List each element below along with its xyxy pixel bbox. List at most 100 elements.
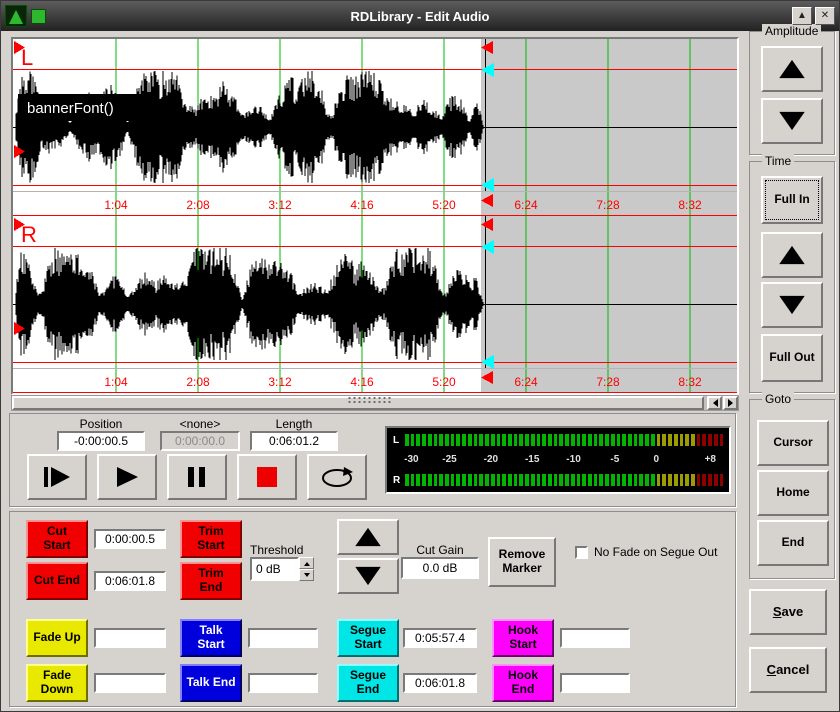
down-arrow-icon [304,573,310,580]
svg-text:6:24: 6:24 [514,198,538,212]
shade-button[interactable]: ▲ [792,7,812,25]
talk-end-button[interactable]: Talk End [180,664,242,702]
gain-up-button[interactable] [337,519,399,555]
fade-down-button[interactable]: Fade Down [26,664,88,702]
save-button[interactable]: Save [749,589,827,635]
close-button[interactable]: ✕ [815,7,835,25]
audio-meter: L -30-25-20-15-10-50+8 R [385,426,731,494]
hook-start-field[interactable] [560,628,630,648]
waveform-view[interactable]: L bannerFont() 1:04 2:08 3:12 4:16 5:20 6:24 7… [11,37,739,395]
threshold-spin-down-button[interactable] [299,569,314,581]
hook-end-field[interactable] [560,673,630,693]
talk-start-button[interactable]: Talk Start [180,619,242,657]
goto-end-button[interactable]: End [757,520,829,566]
svg-text:5:20: 5:20 [432,375,456,389]
trim-start-button[interactable]: Trim Start [180,520,242,558]
segue-start-field[interactable] [403,628,477,648]
up-arrow-icon [777,245,807,265]
cut-end-button[interactable]: Cut End [26,562,88,600]
fade-up-field[interactable] [94,628,166,648]
edit-audio-dialog: RDLibrary - Edit Audio ▲ ✕ [0,0,840,712]
svg-text:8:32: 8:32 [678,375,702,389]
svg-text:7:28: 7:28 [596,198,620,212]
gain-down-button[interactable] [337,558,399,594]
time-group: Time Full In Full Out [749,161,835,393]
talk-start-field[interactable] [248,628,318,648]
length-field[interactable] [250,431,338,451]
svg-text:3:12: 3:12 [268,198,292,212]
scroll-right-button[interactable] [723,396,738,410]
segue-start-button[interactable]: Segue Start [337,619,399,657]
pause-button[interactable] [167,454,227,500]
right-channel-label: R [21,222,37,247]
no-fade-checkbox[interactable] [575,546,588,559]
meter-left-label: L [393,435,405,446]
svg-text:3:12: 3:12 [268,375,292,389]
left-channel-label: L [21,45,33,70]
cut-end-field[interactable] [94,571,166,591]
svg-text:4:16: 4:16 [350,198,374,212]
waveform-left-channel[interactable]: L bannerFont() 1:042:083:124:165:206:247… [13,39,737,216]
waveform-right-channel[interactable]: R 1:042:083:124:165:206:247:288:32 [13,216,737,393]
svg-text:2:08: 2:08 [186,375,210,389]
threshold-spinbox[interactable] [250,557,314,581]
hook-end-button[interactable]: Hook End [492,664,554,702]
titlebar[interactable]: RDLibrary - Edit Audio ▲ ✕ [1,1,839,31]
amplitude-up-button[interactable] [761,46,823,92]
cut-start-field[interactable] [94,529,166,549]
play-button[interactable] [97,454,157,500]
down-arrow-icon [777,111,807,131]
loop-button[interactable] [307,454,367,500]
window-menu-icon[interactable] [31,9,46,24]
amplitude-down-button[interactable] [761,98,823,144]
no-fade-label: No Fade on Segue Out [594,545,717,559]
remove-marker-button[interactable]: Remove Marker [488,537,556,587]
cut-gain-label: Cut Gain [401,543,479,557]
play-icon [114,466,140,488]
full-out-button[interactable]: Full Out [761,334,823,382]
segue-end-button[interactable]: Segue End [337,664,399,702]
svg-text:1:04: 1:04 [104,375,128,389]
fade-down-field[interactable] [94,673,166,693]
scroll-left-button[interactable] [707,396,722,410]
window-title: RDLibrary - Edit Audio [1,9,839,24]
time-zoom-out-button[interactable] [761,282,823,328]
banner-text: bannerFont() [27,100,114,117]
amplitude-group: Amplitude [749,31,835,155]
talk-end-field[interactable] [248,673,318,693]
svg-text:6:24: 6:24 [514,375,538,389]
position-field[interactable] [57,431,145,451]
cut-gain-field[interactable] [401,557,479,579]
stop-button[interactable] [237,454,297,500]
threshold-spin-up-button[interactable] [299,557,314,569]
cancel-button[interactable]: Cancel [749,647,827,693]
fade-up-button[interactable]: Fade Up [26,619,88,657]
time-zoom-in-button[interactable] [761,232,823,278]
transport-panel: Position <none> Length L -30-25-20-15-10… [9,413,736,507]
meter-scale: -30-25-20-15-10-50+8 [405,454,723,467]
segue-end-field[interactable] [403,673,477,693]
cut-start-button[interactable]: Cut Start [26,520,88,558]
hook-start-button[interactable]: Hook Start [492,619,554,657]
marker-readout-field[interactable] [160,431,240,451]
goto-cursor-button[interactable]: Cursor [757,420,829,466]
svg-text:2:08: 2:08 [186,198,210,212]
full-in-button[interactable]: Full In [761,176,823,224]
length-label: Length [250,417,338,431]
svg-text:8:32: 8:32 [678,198,702,212]
up-arrow-icon [353,527,383,547]
threshold-field[interactable] [250,557,299,581]
banner: bannerFont() [18,94,158,121]
marker-readout-label: <none> [160,417,240,431]
shade-icon: ▲ [797,11,807,21]
splitter-grip[interactable] [347,396,391,404]
goto-home-button[interactable]: Home [757,470,829,516]
close-icon: ✕ [821,11,829,21]
amplitude-group-title: Amplitude [762,24,821,38]
trim-end-button[interactable]: Trim End [180,562,242,600]
rivendell-app-icon [5,5,27,27]
up-arrow-icon [777,59,807,79]
goto-group-title: Goto [762,392,794,406]
play-from-start-button[interactable] [27,454,87,500]
tree-icon [9,10,23,24]
